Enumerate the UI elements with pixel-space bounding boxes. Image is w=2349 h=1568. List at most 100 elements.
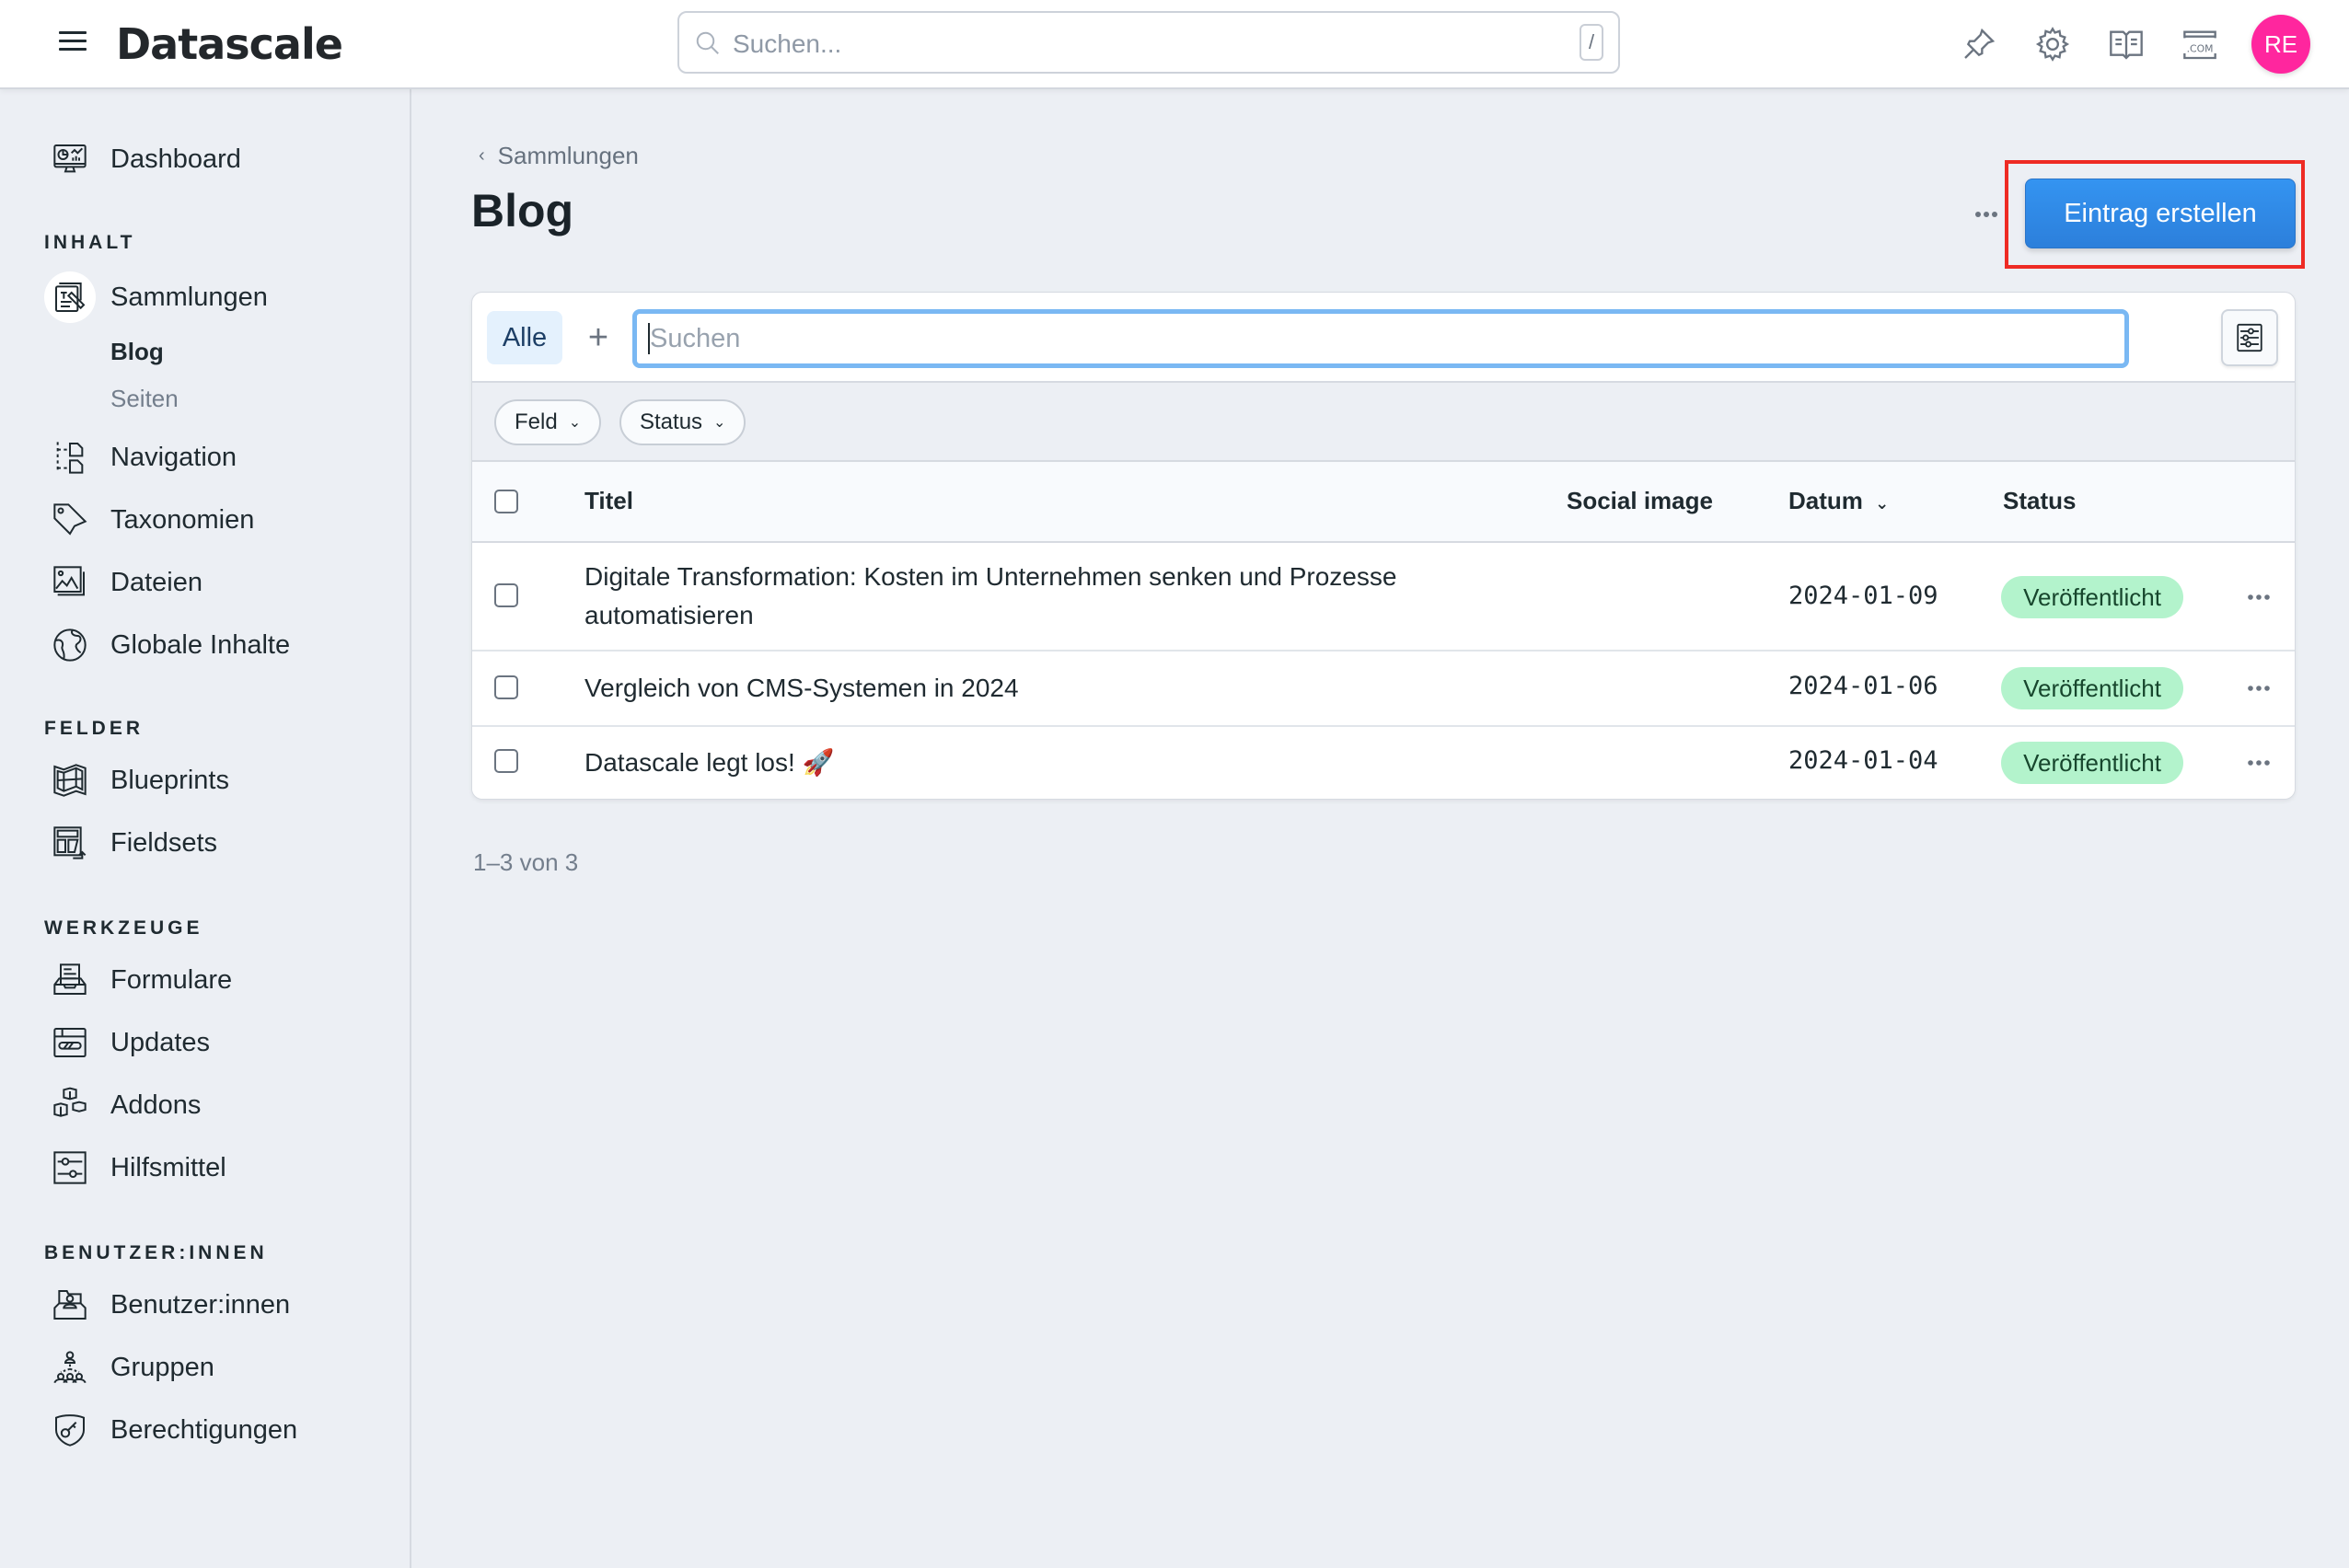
column-header-title[interactable]: Titel [584, 487, 633, 515]
table-row[interactable]: Vergleich von CMS-Systemen in 2024 2024-… [472, 651, 2295, 727]
collections-icon [44, 271, 96, 323]
sidebar-item-label: Fieldsets [110, 827, 218, 858]
section-title-users: BENUTZER:INNEN [44, 1242, 268, 1263]
book-icon[interactable] [2108, 26, 2145, 63]
menu-toggle-icon[interactable] [59, 31, 87, 53]
sidebar-item-label: Sammlungen [110, 282, 268, 312]
sidebar-item-addons[interactable]: Addons [50, 1082, 201, 1128]
user-avatar[interactable]: RE [2251, 15, 2310, 74]
table-row[interactable]: Datascale legt los! 🚀 2024-01-04 Veröffe… [472, 727, 2295, 799]
row-checkbox[interactable] [494, 675, 518, 699]
sidebar-item-users[interactable]: Benutzer:innen [50, 1282, 290, 1328]
column-header-date[interactable]: Datum ⌄ [1788, 487, 1889, 515]
row-actions-icon[interactable] [2245, 588, 2273, 606]
table-search-input[interactable]: Suchen [632, 309, 2129, 368]
filter-bar: Feld ⌄ Status ⌄ [472, 383, 2295, 462]
sidebar-item-taxonomies[interactable]: Taxonomien [50, 497, 254, 543]
filter-status-dropdown[interactable]: Status ⌄ [619, 399, 746, 445]
boxes-icon [50, 1085, 90, 1125]
status-badge: Veröffentlicht [2001, 742, 2183, 784]
navigation-icon [50, 437, 90, 478]
section-title-fields: FELDER [44, 718, 144, 739]
sliders-icon [50, 1147, 90, 1188]
top-bar: Datascale Suchen... / .COM RE [0, 0, 2349, 89]
search-icon [696, 31, 719, 54]
create-entry-button[interactable]: Eintrag erstellen [2025, 179, 2296, 248]
sidebar-item-label: Gruppen [110, 1352, 214, 1382]
chevron-down-icon: ⌄ [713, 414, 726, 431]
sidebar-item-updates[interactable]: Updates [50, 1020, 210, 1066]
app-logo[interactable]: Datascale [116, 17, 343, 72]
row-checkbox[interactable] [494, 583, 518, 607]
sidebar-item-collections[interactable]: Sammlungen [44, 271, 268, 323]
breadcrumb-back-link[interactable]: ‹ Sammlungen [479, 142, 639, 170]
column-settings-button[interactable] [2221, 309, 2278, 366]
entry-title-link[interactable]: Vergleich von CMS-Systemen in 2024 [584, 669, 1523, 708]
sidebar-item-forms[interactable]: Formulare [50, 957, 232, 1003]
shield-key-icon [50, 1410, 90, 1450]
sidebar-item-label: Blueprints [110, 765, 229, 795]
groups-icon [50, 1347, 90, 1388]
section-title-content: INHALT [44, 232, 136, 253]
sidebar-item-globals[interactable]: Globale Inhalte [50, 622, 290, 668]
column-header-label: Datum [1788, 487, 1863, 514]
gear-icon[interactable] [2034, 26, 2071, 63]
sidebar-item-fieldsets[interactable]: Fieldsets [50, 820, 217, 866]
entries-table-card: Alle + Suchen Feld ⌄ Status ⌄ Titel Social… [471, 292, 2296, 800]
updates-icon [50, 1022, 90, 1063]
sidebar-item-label: Berechtigungen [110, 1414, 298, 1445]
sidebar-item-label: Globale Inhalte [110, 629, 291, 660]
filter-label: Status [640, 409, 703, 434]
sidebar-item-label: Navigation [110, 442, 237, 472]
sidebar-subitem-pages[interactable]: Seiten [110, 385, 179, 413]
dashboard-icon [50, 139, 90, 179]
domain-icon[interactable]: .COM [2181, 26, 2218, 63]
page-title: Blog [471, 185, 574, 236]
fieldsets-icon [50, 823, 90, 863]
table-toolbar: Alle + Suchen [472, 293, 2295, 383]
sidebar-item-navigation[interactable]: Navigation [50, 434, 237, 480]
entry-title-link[interactable]: Datascale legt los! 🚀 [584, 744, 1523, 782]
table-header: Titel Social image Datum ⌄ Status [472, 462, 2295, 543]
row-actions-icon[interactable] [2245, 679, 2273, 698]
text-caret [648, 323, 650, 354]
table-row[interactable]: Digitale Transformation: Kosten im Unter… [472, 543, 2295, 651]
sliders-icon [2237, 323, 2262, 352]
entry-date: 2024-01-06 [1788, 672, 1938, 700]
row-checkbox[interactable] [494, 749, 518, 773]
tab-all[interactable]: Alle [487, 311, 562, 364]
entry-date: 2024-01-04 [1788, 746, 1938, 775]
sidebar-item-label: Formulare [110, 964, 233, 995]
sidebar-item-blueprints[interactable]: Blueprints [50, 757, 229, 803]
add-view-button[interactable]: + [577, 313, 619, 363]
more-actions-icon[interactable] [1973, 201, 2000, 228]
filter-label: Feld [515, 409, 558, 434]
chevron-left-icon: ‹ [479, 145, 485, 166]
sidebar-item-utilities[interactable]: Hilfsmittel [50, 1145, 226, 1191]
chevron-down-icon: ⌄ [568, 414, 582, 431]
sidebar-item-label: Taxonomien [110, 504, 255, 535]
entry-date: 2024-01-09 [1788, 582, 1938, 610]
filter-field-dropdown[interactable]: Feld ⌄ [494, 399, 602, 445]
tag-icon [50, 500, 90, 540]
pin-icon[interactable] [1961, 26, 1997, 63]
select-all-checkbox[interactable] [494, 490, 518, 513]
sidebar-item-label: Dashboard [110, 144, 241, 174]
sort-desc-icon: ⌄ [1875, 494, 1890, 513]
sidebar-item-label: Updates [110, 1027, 211, 1057]
pagination-summary: 1–3 von 3 [473, 848, 579, 876]
sidebar-item-groups[interactable]: Gruppen [50, 1344, 214, 1390]
row-actions-icon[interactable] [2245, 754, 2273, 772]
sidebar-item-label: Hilfsmittel [110, 1152, 226, 1182]
column-header-status[interactable]: Status [2003, 487, 2076, 515]
sidebar-subitem-blog[interactable]: Blog [110, 338, 164, 366]
sidebar-item-label: Benutzer:innen [110, 1289, 291, 1320]
global-search-input[interactable]: Suchen... / [677, 11, 1620, 74]
entry-title-link[interactable]: Digitale Transformation: Kosten im Unter… [584, 558, 1523, 635]
sidebar-item-permissions[interactable]: Berechtigungen [50, 1407, 297, 1453]
column-header-social-image[interactable]: Social image [1567, 487, 1713, 515]
sidebar-item-dashboard[interactable]: Dashboard [50, 136, 241, 182]
shortcut-hint: / [1580, 24, 1603, 61]
images-icon [50, 562, 90, 603]
sidebar-item-files[interactable]: Dateien [50, 559, 202, 605]
